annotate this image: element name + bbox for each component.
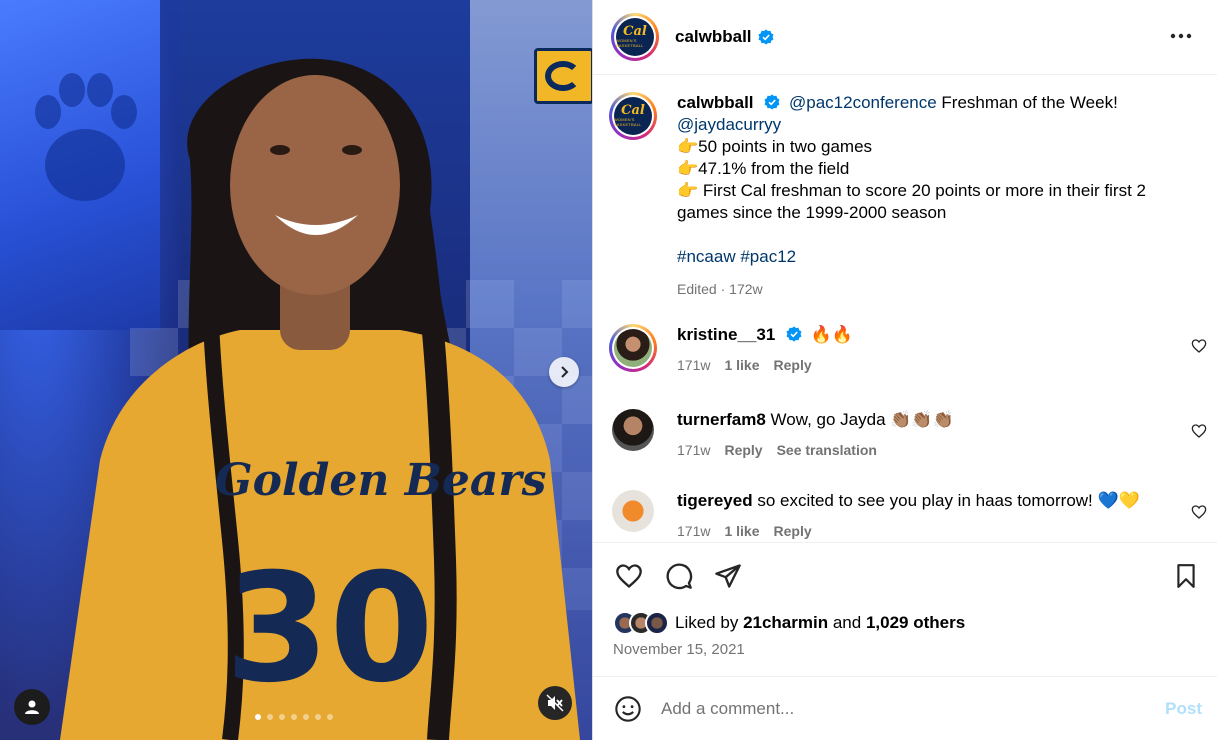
- comment-body: kristine__31 🔥🔥 171w 1 like Reply: [677, 324, 1157, 376]
- smiley-icon: [615, 695, 641, 722]
- cal-logo: Cal WOMEN'S BASKETBALL: [616, 18, 654, 56]
- author-username[interactable]: calwbball: [675, 27, 752, 47]
- caption-line3: 👉47.1% from the field: [677, 159, 850, 178]
- post-caption: Cal WOMEN'S BASKETBALL calwbball @pac12c…: [609, 92, 1189, 300]
- comment-meta: 171w 1 like Reply: [677, 520, 1157, 542]
- hashtag-link[interactable]: #ncaaw: [677, 247, 736, 266]
- post-comment-button[interactable]: Post: [1165, 699, 1202, 719]
- reply-button[interactable]: Reply: [774, 520, 812, 542]
- comment-text: 🔥🔥: [810, 325, 854, 344]
- caption-line2: 👉50 points in two games: [677, 137, 873, 156]
- comments-section[interactable]: Cal WOMEN'S BASKETBALL calwbball @pac12c…: [593, 76, 1217, 542]
- caption-line4: 👉 First Cal freshman to score 20 points …: [677, 181, 1146, 222]
- jersey-lettering: Golden Bears: [215, 455, 546, 506]
- verified-badge-icon: [786, 326, 802, 342]
- comment-bubble-icon: [666, 563, 693, 590]
- like-comment-heart-icon[interactable]: [1191, 423, 1207, 439]
- heart-icon: [616, 564, 642, 589]
- author-avatar[interactable]: Cal WOMEN'S BASKETBALL: [611, 13, 659, 61]
- comment-body: turnerfam8 Wow, go Jayda 👏🏽👏🏽👏🏽 171w Rep…: [677, 409, 1157, 461]
- carousel-dot: [327, 714, 333, 720]
- post-actions: Liked by 21charmin and 1,029 others Nove…: [593, 542, 1217, 676]
- more-options-button[interactable]: [1167, 24, 1195, 48]
- comment-age[interactable]: 171w: [677, 439, 710, 461]
- likes-summary: Liked by 21charmin and 1,029 others: [613, 611, 965, 635]
- comment-meta: 171w 1 like Reply: [677, 354, 1157, 376]
- carousel-dot: [291, 714, 297, 720]
- comment-likes[interactable]: 1 like: [724, 520, 759, 542]
- mention-link[interactable]: @pac12conference: [789, 93, 937, 112]
- caption-age[interactable]: 172w: [729, 281, 762, 297]
- comment-item: kristine__31 🔥🔥 171w 1 like Reply: [609, 324, 1207, 376]
- jersey-number: 30: [225, 542, 434, 716]
- commenter-avatar[interactable]: [612, 409, 654, 451]
- post-details-panel: Cal WOMEN'S BASKETBALL calwbball Cal WOM…: [592, 0, 1217, 740]
- paper-plane-icon: [715, 564, 741, 588]
- comment-item: tigereyed so excited to see you play in …: [609, 490, 1207, 542]
- hashtag-link[interactable]: #pac12: [740, 247, 796, 266]
- like-button[interactable]: [613, 560, 645, 592]
- carousel-dot: [315, 714, 321, 720]
- liker-avatars[interactable]: [613, 611, 669, 635]
- commenter-avatar[interactable]: [612, 490, 654, 532]
- caption-username[interactable]: calwbball: [677, 93, 754, 112]
- carousel-dot: [255, 714, 261, 720]
- comment-composer: Post: [593, 676, 1217, 740]
- caption-line1: Freshman of the Week!: [936, 93, 1118, 112]
- comment-button[interactable]: [663, 560, 695, 592]
- reply-button[interactable]: Reply: [774, 354, 812, 376]
- unmute-button[interactable]: [538, 686, 572, 720]
- avatar-photo: [614, 329, 652, 367]
- comment-body: tigereyed so excited to see you play in …: [677, 490, 1157, 542]
- comment-meta: 171w Reply See translation: [677, 439, 1157, 461]
- caption-author-avatar[interactable]: Cal WOMEN'S BASKETBALL: [609, 92, 657, 140]
- user-icon: [25, 700, 39, 714]
- like-comment-heart-icon[interactable]: [1191, 504, 1207, 520]
- caption-meta: Edited · 172w: [677, 281, 763, 297]
- comment-age[interactable]: 171w: [677, 520, 710, 542]
- post-media[interactable]: Golden Bears 30: [0, 0, 592, 740]
- post-header: Cal WOMEN'S BASKETBALL calwbball: [593, 0, 1217, 75]
- like-comment-heart-icon[interactable]: [1191, 338, 1207, 354]
- post-date[interactable]: November 15, 2021: [613, 641, 745, 658]
- bookmark-icon: [1177, 564, 1195, 588]
- commenter-username[interactable]: tigereyed: [677, 491, 753, 510]
- comment-text: so excited to see you play in haas tomor…: [757, 491, 1140, 510]
- commenter-avatar[interactable]: [609, 324, 657, 372]
- caption-text: calwbball @pac12conference Freshman of t…: [677, 92, 1187, 300]
- commenter-username[interactable]: turnerfam8: [677, 410, 766, 429]
- commenter-username[interactable]: kristine__31: [677, 325, 775, 344]
- comment-text: Wow, go Jayda 👏🏽👏🏽👏🏽: [770, 410, 954, 429]
- tagged-users-button[interactable]: [14, 689, 50, 725]
- cal-logo: Cal WOMEN'S BASKETBALL: [614, 97, 652, 135]
- save-button[interactable]: [1170, 560, 1202, 592]
- emoji-button[interactable]: [613, 694, 643, 724]
- mention-link[interactable]: @jaydacurryy: [677, 115, 781, 134]
- likes-count[interactable]: 1,029 others: [866, 613, 965, 633]
- muted-speaker-icon: [546, 694, 564, 712]
- comment-age[interactable]: 171w: [677, 354, 710, 376]
- carousel-next-button[interactable]: [549, 357, 579, 387]
- carousel-dot: [267, 714, 273, 720]
- liker-avatar: [645, 611, 669, 635]
- see-translation-button[interactable]: See translation: [777, 439, 877, 461]
- verified-badge-icon: [764, 94, 780, 110]
- verified-badge-icon: [758, 29, 774, 45]
- comment-likes[interactable]: 1 like: [724, 354, 759, 376]
- carousel-dot: [279, 714, 285, 720]
- more-icon: [1170, 33, 1192, 39]
- reply-button[interactable]: Reply: [724, 439, 762, 461]
- carousel-indicator: [255, 714, 333, 720]
- share-button[interactable]: [712, 560, 744, 592]
- comment-input[interactable]: [661, 698, 1131, 719]
- edited-label: Edited: [677, 281, 717, 297]
- comment-item: turnerfam8 Wow, go Jayda 👏🏽👏🏽👏🏽 171w Rep…: [609, 409, 1207, 461]
- player-photo: Golden Bears 30: [60, 58, 580, 740]
- liked-by-user[interactable]: 21charmin: [743, 613, 828, 633]
- carousel-dot: [303, 714, 309, 720]
- chevron-right-icon: [561, 366, 569, 378]
